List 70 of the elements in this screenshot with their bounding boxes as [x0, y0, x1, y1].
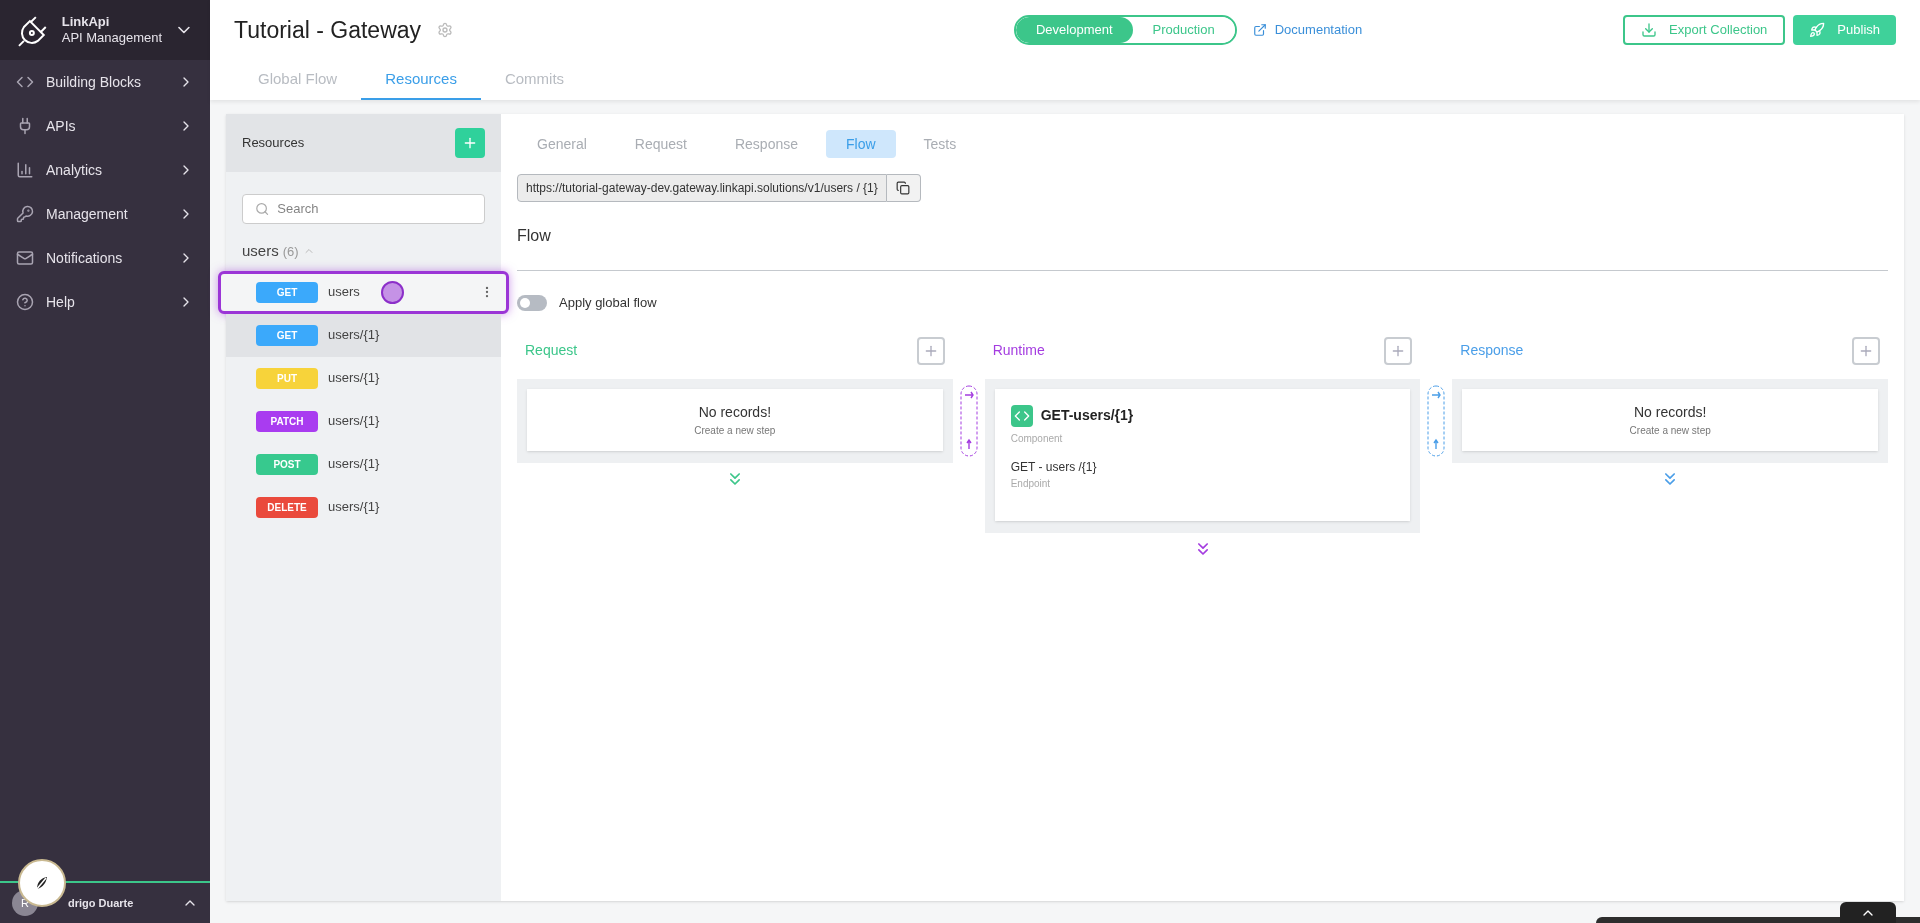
- search-icon: [255, 201, 270, 217]
- cursor-marker: [381, 280, 404, 304]
- copy-button[interactable]: [886, 174, 921, 202]
- group-name[interactable]: users: [242, 240, 279, 263]
- stage-title: Request: [525, 341, 578, 360]
- stage-title: Runtime: [992, 341, 1045, 360]
- step-type: Component: [1010, 431, 1064, 446]
- code-icon: [1010, 404, 1033, 427]
- panel-title: Resources: [242, 134, 305, 153]
- brand-name: LinkApi: [61, 13, 111, 30]
- resource-path: users/{1}: [328, 412, 380, 431]
- nav-item[interactable]: Analytics: [0, 148, 210, 192]
- resource-item[interactable]: GET users: [218, 270, 509, 314]
- add-step-button[interactable]: [1384, 336, 1413, 365]
- resource-item[interactable]: GET users/{1}: [226, 313, 501, 357]
- section-title: Flow: [517, 226, 552, 246]
- empty-hint: Create a new step: [1629, 423, 1711, 438]
- method-badge: PUT: [256, 367, 318, 389]
- add-resource-button[interactable]: [455, 128, 485, 158]
- chart-icon: [16, 161, 34, 179]
- page-title: Tutorial - Gateway: [234, 15, 422, 45]
- stage-title: Response: [1460, 341, 1524, 360]
- rocket-icon: [1809, 22, 1826, 38]
- mail-icon: [16, 249, 34, 267]
- nav-item[interactable]: Help: [0, 280, 210, 324]
- key-icon: [16, 205, 34, 223]
- add-step-button[interactable]: [1852, 336, 1880, 365]
- toggle-switch[interactable]: [517, 294, 547, 311]
- nav-item[interactable]: Management: [0, 192, 210, 236]
- resource-item[interactable]: PATCH users/{1}: [226, 399, 501, 443]
- method-badge: GET: [256, 324, 318, 346]
- group-count: (6): [282, 242, 299, 261]
- help-icon: [16, 293, 34, 311]
- resource-path: users/{1}: [328, 455, 380, 474]
- method-badge: GET: [256, 281, 318, 303]
- resource-path: users: [328, 283, 360, 302]
- expand-button[interactable]: [1840, 902, 1896, 923]
- nav-item[interactable]: Notifications: [0, 236, 210, 280]
- user-name: drigo Duarte: [68, 895, 134, 911]
- download-icon: [1641, 22, 1658, 38]
- method-badge: PATCH: [256, 410, 318, 432]
- empty-title: No records!: [1634, 402, 1707, 422]
- toggle-label: Apply global flow: [559, 294, 657, 312]
- endpoint-label: Endpoint: [1010, 476, 1052, 491]
- resource-path: users/{1}: [328, 369, 380, 388]
- external-link-icon: [1252, 23, 1267, 37]
- resource-item[interactable]: DELETE users/{1}: [226, 485, 501, 529]
- resource-item[interactable]: PUT users/{1}: [226, 356, 501, 400]
- search-input[interactable]: Search: [277, 199, 472, 219]
- nav-item[interactable]: APIs: [0, 104, 210, 148]
- documentation-link[interactable]: Documentation: [1252, 20, 1363, 40]
- plus-icon: [462, 135, 478, 151]
- resource-path: users/{1}: [328, 498, 380, 517]
- copy-icon: [896, 181, 911, 195]
- resource-path: users/{1}: [328, 326, 380, 345]
- empty-title: No records!: [698, 402, 771, 422]
- nav-item[interactable]: Building Blocks: [0, 60, 210, 104]
- method-badge: POST: [256, 453, 318, 475]
- empty-hint: Create a new step: [694, 423, 776, 438]
- help-badge[interactable]: [18, 859, 66, 907]
- step-endpoint: GET - users /{1}: [1010, 458, 1098, 476]
- step-name: GET-users/{1}: [1040, 406, 1134, 425]
- settings-icon[interactable]: [437, 22, 454, 38]
- resource-item[interactable]: POST users/{1}: [226, 442, 501, 486]
- method-badge: DELETE: [256, 496, 318, 518]
- brand-subtitle: API Management: [61, 30, 163, 47]
- step-card[interactable]: GET-users/{1} Component GET - users /{1} Endpoint: [994, 388, 1411, 521]
- add-step-button[interactable]: [916, 336, 945, 365]
- url-field: https://tutorial-gateway-dev.gateway.linkapi.solutions/v1/users / {1}: [517, 174, 887, 202]
- search-field[interactable]: Search: [242, 194, 485, 224]
